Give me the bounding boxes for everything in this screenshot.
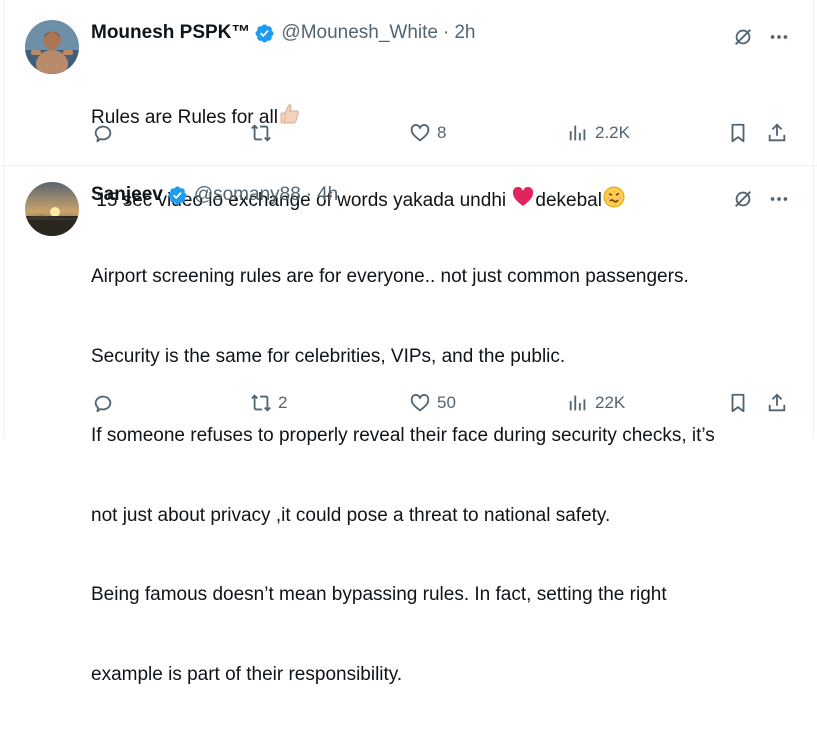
more-dots-icon[interactable] xyxy=(766,186,792,212)
like-count: 8 xyxy=(437,123,447,142)
verified-badge-icon xyxy=(168,186,187,204)
author-handle[interactable]: @Mounesh_White xyxy=(281,22,438,44)
like-button[interactable]: 50 xyxy=(409,392,456,414)
timestamp[interactable]: 4h xyxy=(317,184,338,206)
reply-button[interactable] xyxy=(92,122,120,144)
text-line: example is part of their responsibility. xyxy=(91,663,403,685)
repost-icon xyxy=(251,124,271,142)
text-line: not just about privacy ,it could pose a … xyxy=(91,504,611,526)
grok-slash-icon[interactable] xyxy=(730,186,756,212)
author-handle[interactable]: @somany88 xyxy=(194,184,301,206)
text-line: Security is the same for celebrities, VI… xyxy=(91,345,566,367)
share-icon xyxy=(768,123,786,142)
views-button[interactable]: 22K xyxy=(567,392,625,414)
separator-dot: · xyxy=(443,22,450,43)
bookmark-button[interactable] xyxy=(727,392,749,414)
tweet-header: Mounesh PSPK™ @Mounesh_White · 2h xyxy=(91,22,475,44)
text-line: Being famous doesn’t mean bypassing rule… xyxy=(91,584,667,605)
author-name[interactable]: Sanjeev xyxy=(91,184,163,206)
views-button[interactable]: 2.2K xyxy=(567,122,630,144)
reply-button[interactable] xyxy=(92,392,120,414)
share-button[interactable] xyxy=(766,392,788,414)
repost-icon xyxy=(251,394,271,412)
reply-icon xyxy=(94,395,112,413)
text-line: Rules are Rules for all xyxy=(91,102,626,132)
text-line: Airport screening rules are for everyone… xyxy=(91,266,689,287)
bookmark-icon xyxy=(731,123,745,143)
grok-slash-icon[interactable] xyxy=(730,24,756,50)
avatar[interactable] xyxy=(25,20,79,74)
share-icon xyxy=(768,393,786,412)
timestamp[interactable]: 2h xyxy=(454,22,475,44)
views-icon xyxy=(569,125,586,141)
views-icon xyxy=(569,395,586,411)
tweet-header: Sanjeev @somany88 · 4h xyxy=(91,184,338,206)
repost-button[interactable]: 2 xyxy=(250,392,287,414)
reply-icon xyxy=(94,125,112,143)
tweet-text: Airport screening rules are for everyone… xyxy=(91,211,715,741)
share-button[interactable] xyxy=(766,122,788,144)
tweet-1[interactable]: Mounesh PSPK™ @Mounesh_White · 2h Rules … xyxy=(0,0,817,211)
views-count: 2.2K xyxy=(595,123,630,142)
text-line: If someone refuses to properly reveal th… xyxy=(91,425,715,446)
verified-badge-icon xyxy=(255,24,274,42)
bookmark-icon xyxy=(731,393,745,413)
like-button[interactable]: 8 xyxy=(409,122,446,144)
heart-icon xyxy=(410,124,430,142)
repost-count: 2 xyxy=(278,393,288,412)
thumbs-up-emoji-icon xyxy=(280,104,299,124)
repost-button[interactable] xyxy=(250,122,278,144)
avatar[interactable] xyxy=(25,182,79,236)
more-dots-icon[interactable] xyxy=(766,24,792,50)
bookmark-button[interactable] xyxy=(727,122,749,144)
author-name[interactable]: Mounesh PSPK™ xyxy=(91,22,250,44)
heart-icon xyxy=(410,394,430,412)
separator-dot: · xyxy=(305,184,313,205)
tweet-2[interactable]: Sanjeev @somany88 · 4h Airport screening… xyxy=(0,166,817,685)
like-count: 50 xyxy=(437,393,456,412)
views-count: 22K xyxy=(595,393,626,412)
